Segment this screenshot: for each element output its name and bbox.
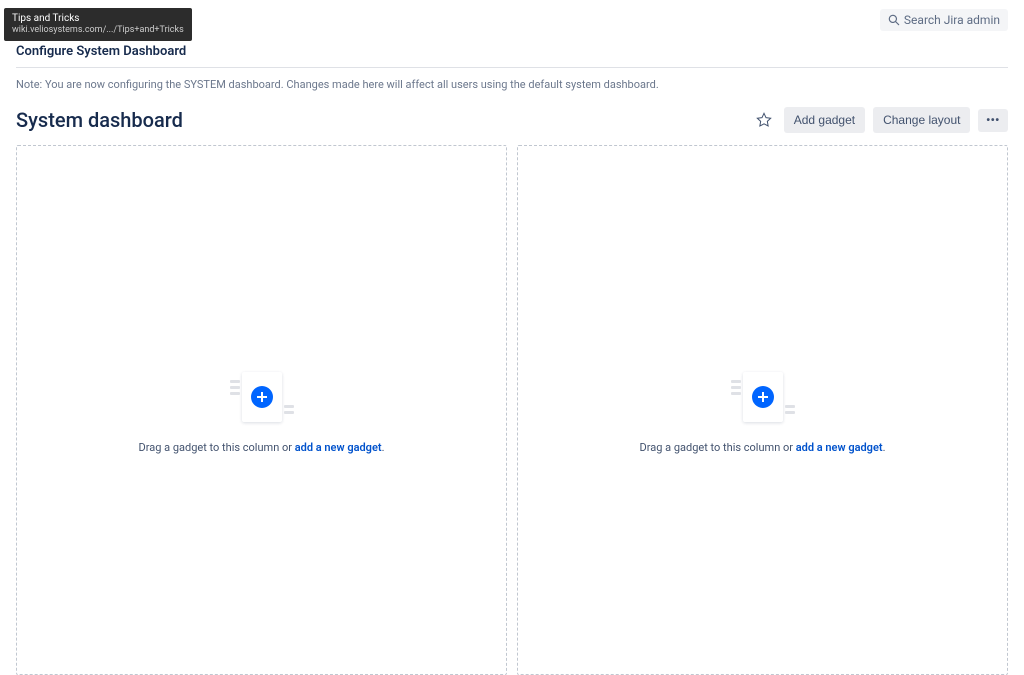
column-placeholder-text: Drag a gadget to this column or add a ne…: [139, 441, 385, 454]
note-text: Note: You are now configuring the SYSTEM…: [0, 68, 1024, 99]
dashboard-actions: Add gadget Change layout •••: [752, 107, 1008, 133]
more-icon: •••: [986, 115, 1000, 126]
plus-circle-icon: [752, 386, 774, 408]
tooltip: Tips and Tricks wiki.veliosystems.com/..…: [4, 8, 192, 41]
star-button[interactable]: [752, 108, 776, 132]
dashboard-column-right[interactable]: Drag a gadget to this column or add a ne…: [517, 145, 1008, 675]
tooltip-title: Tips and Tricks: [12, 12, 184, 25]
column-placeholder-text: Drag a gadget to this column or add a ne…: [640, 441, 886, 454]
add-gadget-link[interactable]: add a new gadget: [796, 441, 883, 454]
dashboard-header: System dashboard Add gadget Change layou…: [0, 99, 1024, 145]
plus-circle-icon: [251, 386, 273, 408]
add-gadget-link[interactable]: add a new gadget: [295, 441, 382, 454]
dashboard-column-left[interactable]: Drag a gadget to this column or add a ne…: [16, 145, 507, 675]
placeholder-icon: [227, 367, 297, 427]
search-input[interactable]: Search Jira admin: [880, 9, 1008, 31]
search-placeholder: Search Jira admin: [904, 13, 1000, 27]
add-gadget-button[interactable]: Add gadget: [784, 107, 865, 133]
more-button[interactable]: •••: [978, 109, 1008, 132]
change-layout-button[interactable]: Change layout: [873, 107, 970, 133]
search-icon: [888, 14, 900, 26]
placeholder-icon: [728, 367, 798, 427]
tooltip-url: wiki.veliosystems.com/.../Tips+and+Trick…: [12, 25, 184, 37]
star-icon: [756, 112, 772, 128]
dashboard-title: System dashboard: [16, 108, 183, 132]
dashboard-columns: Drag a gadget to this column or add a ne…: [0, 145, 1024, 675]
